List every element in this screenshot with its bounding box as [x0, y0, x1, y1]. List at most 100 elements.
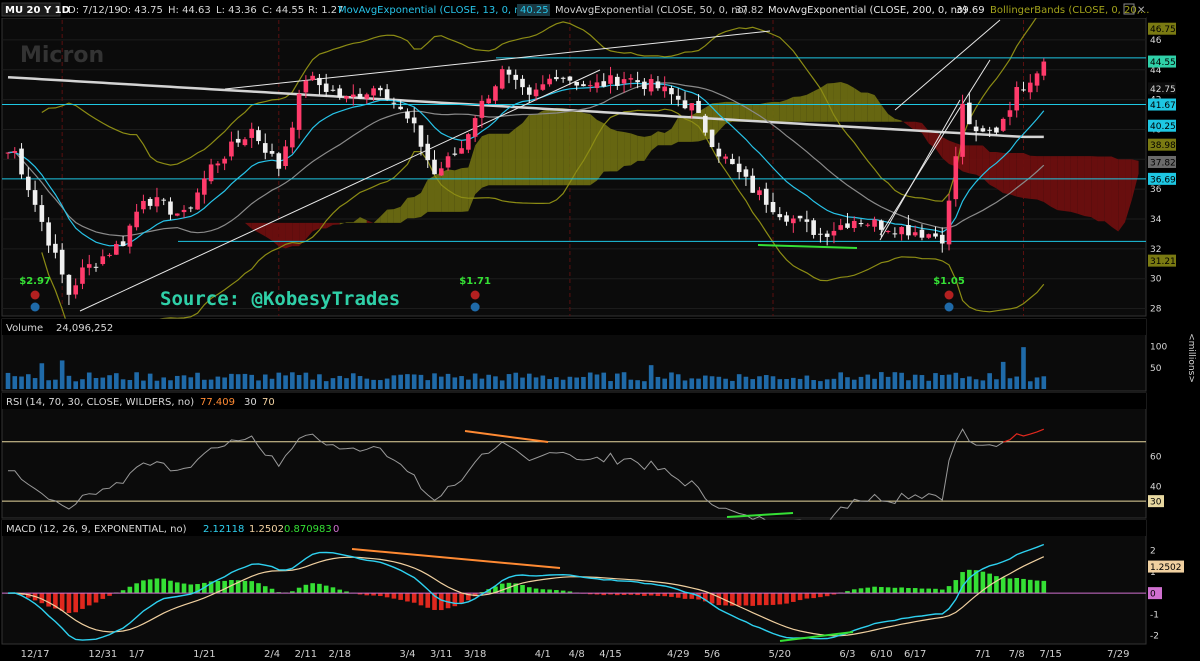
volume-bar: [594, 374, 600, 389]
cloud-bullish-segment: [590, 114, 597, 186]
rsi-badge-label: 30: [1150, 498, 1162, 508]
candle-up: [290, 127, 295, 148]
macd-histogram-bar: [872, 586, 877, 594]
macd-histogram-bar: [310, 583, 315, 594]
cloud-bullish-segment: [617, 131, 625, 172]
volume-bar: [303, 372, 309, 389]
candle-up: [499, 69, 505, 89]
volume-bar: [59, 360, 65, 389]
candle-down: [398, 106, 403, 110]
macd-histogram-bar: [770, 593, 776, 605]
candle-down: [520, 78, 525, 88]
volume-bar: [1000, 361, 1006, 389]
volume-bar: [141, 380, 146, 389]
candle-up: [222, 158, 227, 164]
volume-bar: [432, 373, 437, 389]
macd-histogram-bar: [892, 587, 898, 594]
macd-histogram-bar: [1041, 580, 1047, 594]
macd-panel[interactable]: MACD (12, 26, 9, EXPONENTIAL, no) 2.1211…: [1, 519, 1184, 645]
volume-bar: [648, 365, 654, 389]
volume-bar: [662, 378, 667, 389]
volume-bar: [973, 379, 979, 389]
volume-bar: [53, 379, 58, 389]
candle-down: [46, 222, 51, 246]
volume-bar: [208, 379, 214, 389]
rsi-panel[interactable]: RSI (14, 70, 30, CLOSE, WILDERS, no) 77.…: [1, 392, 1164, 525]
cloud-bullish-segment: [678, 116, 685, 142]
volume-bar: [615, 373, 620, 389]
macd-histogram-bar: [249, 581, 255, 594]
close-icon[interactable]: ✕: [1137, 5, 1145, 16]
volume-panel[interactable]: Volume 24,096,252 50 100 <millions>: [1, 318, 1196, 392]
volume-bar: [378, 380, 383, 389]
macd-histogram-bar: [533, 588, 539, 594]
candle-down: [635, 80, 640, 83]
cloud-bearish-segment: [1104, 156, 1112, 227]
date-tick-label: 3/4: [399, 649, 415, 660]
macd-histogram-bar: [141, 580, 146, 594]
volume-bar: [953, 372, 959, 389]
candle-down: [736, 163, 742, 173]
candle-down: [147, 198, 153, 206]
date-tick-label: 4/8: [569, 649, 585, 660]
candle-down: [513, 74, 519, 80]
candle-down: [452, 153, 458, 155]
macd-histogram-bar: [323, 585, 329, 594]
volume-bar: [120, 379, 126, 389]
macd-histogram-bar: [59, 593, 65, 611]
candle-up: [662, 86, 667, 92]
price-badge-label: 38.98: [1150, 141, 1176, 151]
candle-down: [858, 223, 864, 225]
candle-up: [1034, 73, 1040, 86]
volume-bar: [472, 373, 478, 389]
price-tick-label: 30: [1150, 275, 1162, 285]
macd-histogram-bar: [716, 593, 722, 606]
volume-bar: [642, 381, 647, 389]
volume-bar: [885, 376, 891, 389]
volume-bar: [337, 375, 343, 389]
date-tick-label: 7/15: [1039, 649, 1061, 660]
cloud-bullish-segment: [556, 107, 564, 186]
rsi-level-b: 70: [262, 397, 275, 408]
volume-bar: [1014, 376, 1020, 389]
volume-bar: [317, 374, 322, 389]
date-tick-label: 7/1: [975, 649, 991, 660]
candle-up: [445, 156, 451, 168]
volume-bar: [466, 379, 471, 389]
candle-up: [466, 134, 471, 150]
candle-down: [845, 223, 850, 228]
cloud-bullish-segment: [583, 112, 591, 186]
macd-histogram-bar: [161, 578, 167, 594]
earnings-icon: [470, 290, 480, 300]
volume-bar: [195, 372, 200, 389]
macd-histogram-bar: [296, 587, 302, 594]
rsi-tick-label: 40: [1150, 482, 1162, 492]
cloud-bearish-segment: [976, 145, 983, 179]
candle-down: [188, 207, 194, 209]
macd-histogram-bar: [520, 584, 525, 594]
macd-histogram-bar: [1027, 579, 1033, 594]
volume-bar: [655, 376, 661, 389]
candle-up: [86, 264, 92, 268]
chart-canvas[interactable]: Micron Source: @KobesyTrades $2.97 $1.71 $…: [0, 0, 1200, 661]
cloud-bullish-segment: [603, 123, 611, 172]
macd-histogram-bar: [46, 593, 51, 607]
volume-bar: [174, 375, 180, 389]
macd-histogram-bar: [168, 580, 173, 594]
price-tick-label: 28: [1150, 305, 1162, 315]
cloud-bearish-segment: [1084, 156, 1092, 218]
cloud-bearish-segment: [1111, 156, 1119, 232]
volume-bar: [229, 373, 234, 389]
candle-down: [59, 249, 65, 275]
macd-histogram-bar: [398, 593, 403, 600]
candle-down: [276, 153, 282, 169]
macd-tick-label: -1: [1150, 610, 1159, 620]
volume-bar: [350, 373, 356, 389]
candle-down: [696, 100, 701, 113]
macd-badge-label: 1.2502: [1150, 563, 1182, 573]
price-panel[interactable]: Micron Source: @KobesyTrades $2.97 $1.71 $…: [1, 7, 1200, 346]
cloud-bullish-segment: [745, 104, 753, 122]
volume-bar: [66, 375, 72, 389]
date-tick-label: 7/29: [1107, 649, 1129, 660]
volume-bar: [621, 372, 627, 389]
